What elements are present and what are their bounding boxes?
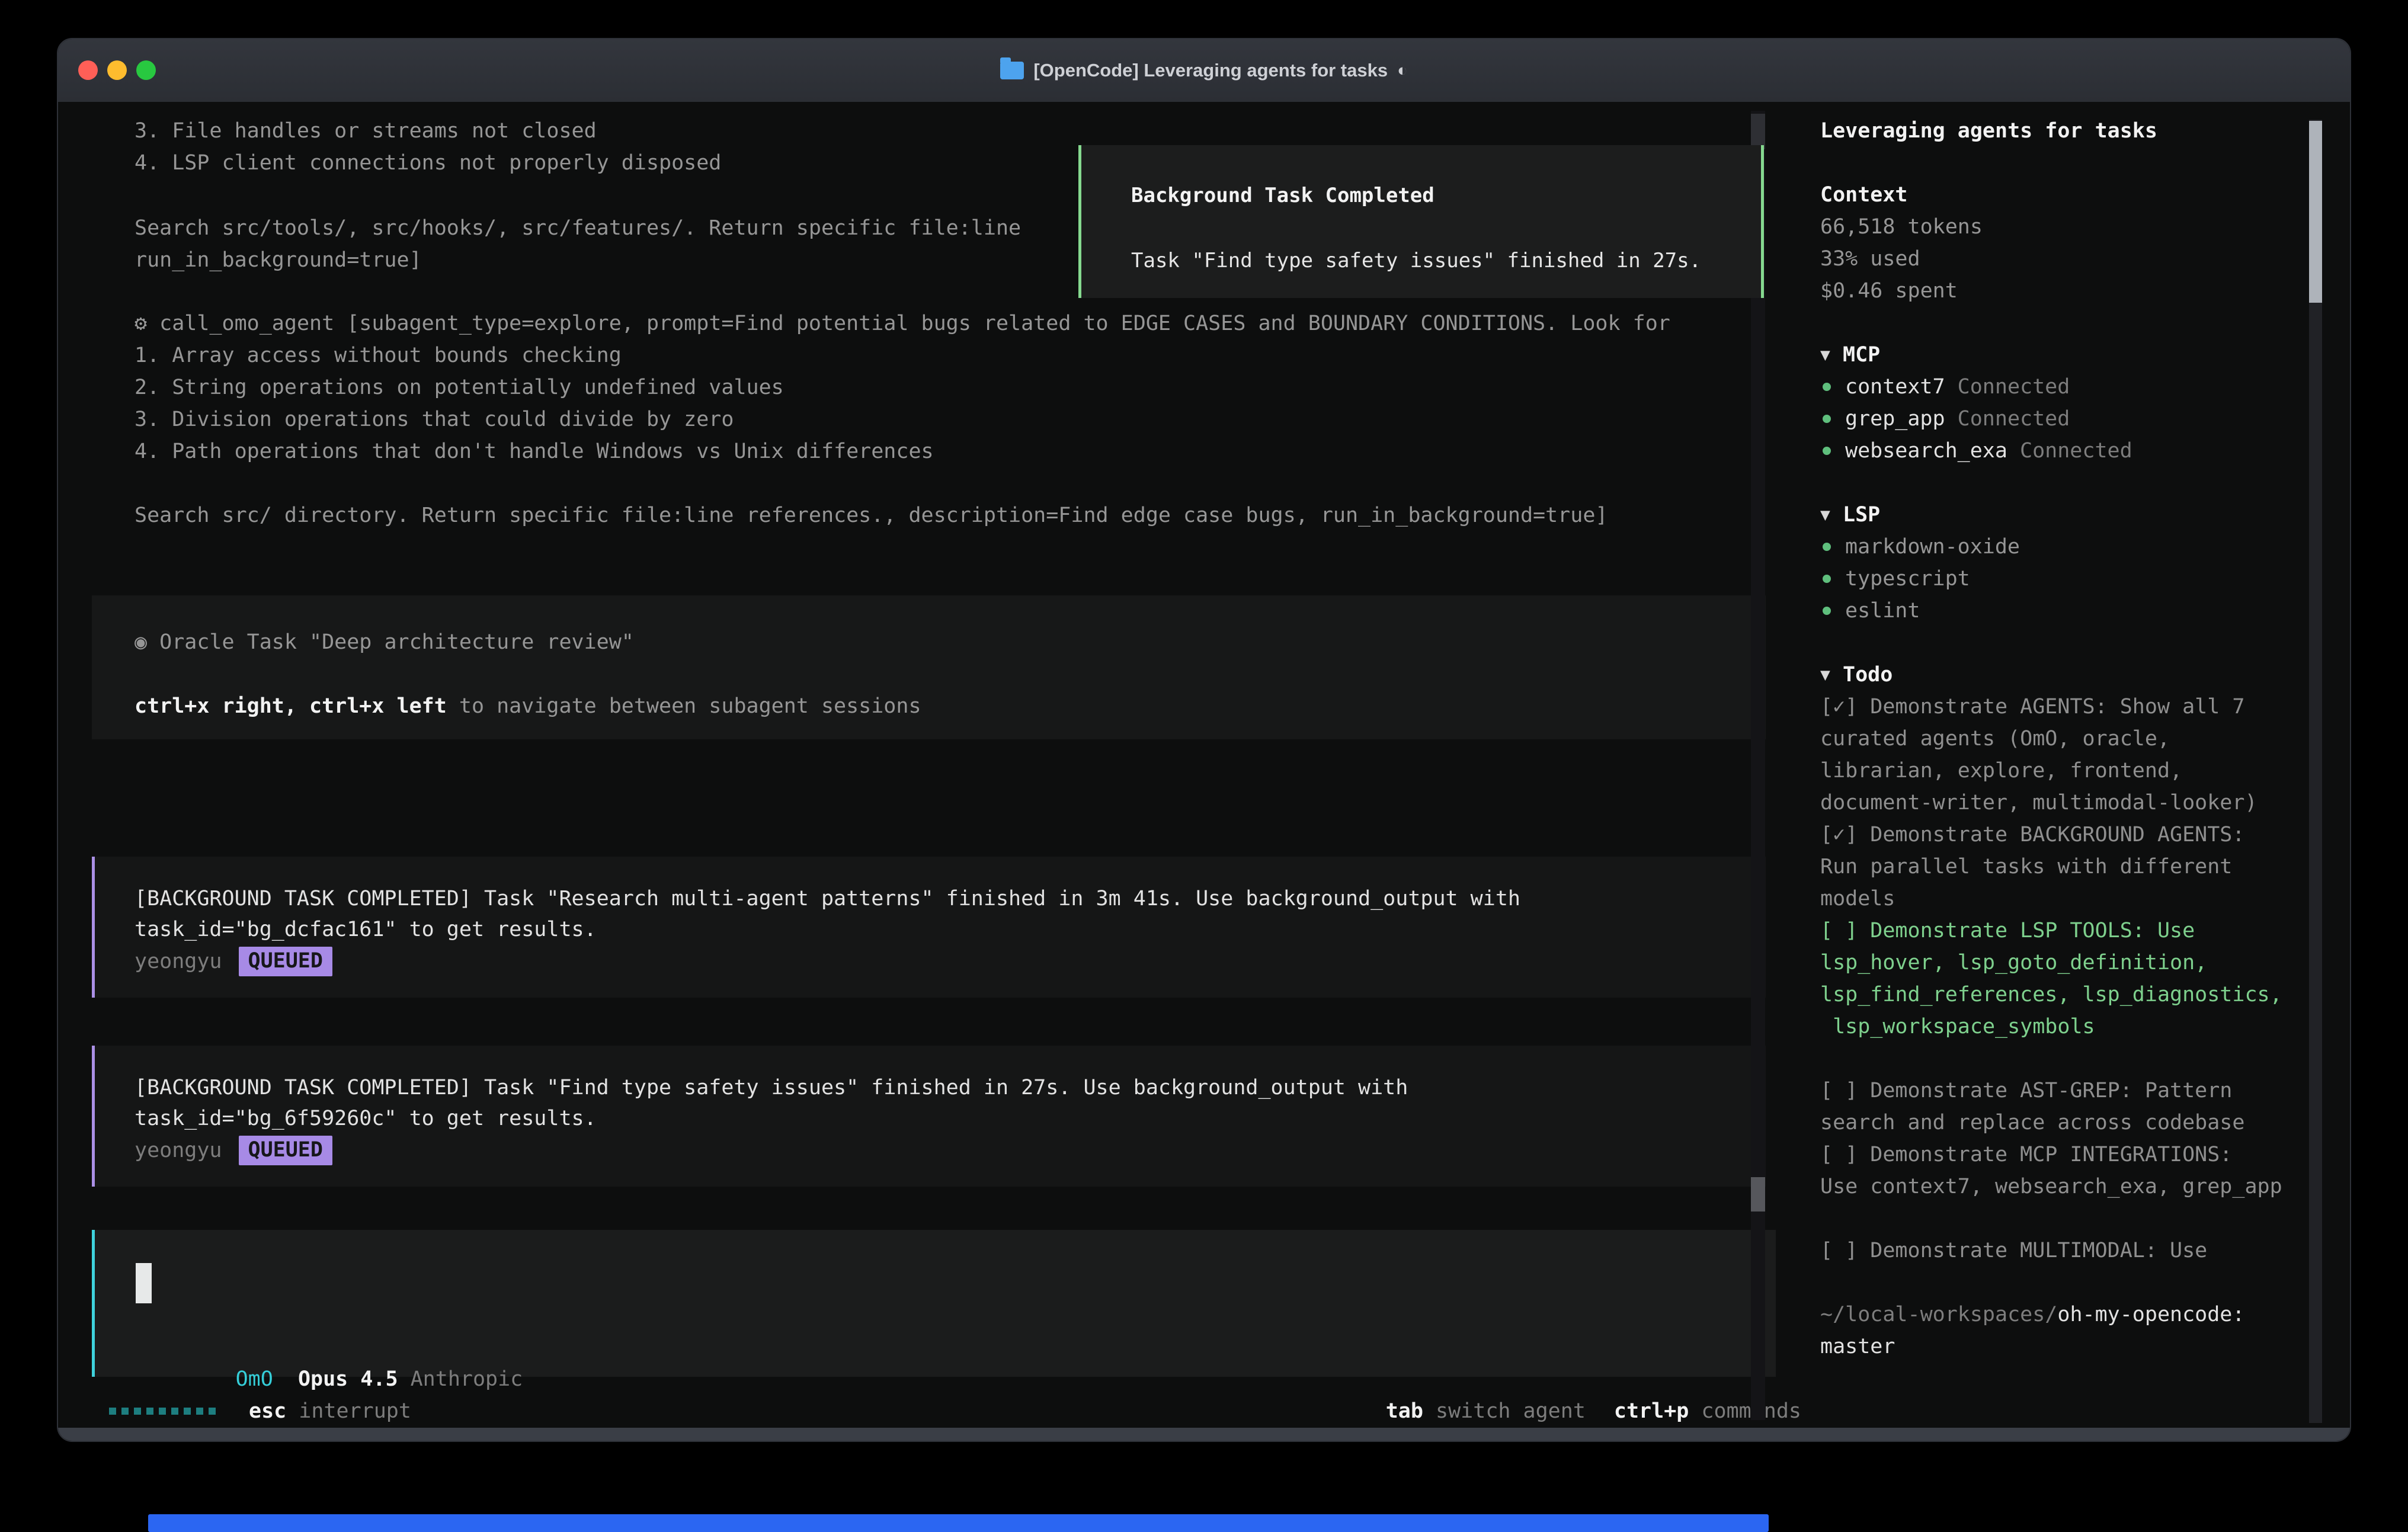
todo-item: [ ] Demonstrate MCP INTEGRATIONS: Use co… bbox=[1820, 1139, 2300, 1203]
toast-title: Background Task Completed bbox=[1131, 179, 1434, 212]
oracle-task-title: Oracle Task "Deep architecture review" bbox=[159, 630, 634, 654]
input-agent-name: OmO bbox=[236, 1367, 273, 1391]
todo-section-toggle[interactable]: ▼ Todo bbox=[1820, 659, 2300, 691]
shortcut-keys: ctrl+x right, ctrl+x left bbox=[135, 694, 447, 718]
chevron-down-icon: ▼ bbox=[1820, 339, 1843, 371]
sidebar-scrollbar[interactable] bbox=[2309, 120, 2322, 1423]
mcp-item: grep_app Connected bbox=[1820, 403, 2300, 435]
tool-call-line: call_omo_agent [subagent_type=explore, p… bbox=[159, 312, 1670, 335]
agent-output-text: Search src/tools/, src/hooks/, src/featu… bbox=[135, 212, 1021, 276]
mcp-section: ▼ MCP context7 Connected grep_app Connec… bbox=[1820, 339, 2300, 467]
lsp-section-toggle[interactable]: ▼ LSP bbox=[1820, 499, 2300, 531]
status-badge: QUEUED bbox=[239, 1136, 332, 1165]
context-heading: Context bbox=[1820, 179, 2300, 211]
lsp-item: markdown-oxide bbox=[1820, 531, 2300, 563]
status-dot-icon bbox=[1823, 383, 1831, 391]
status-dot-icon bbox=[1823, 543, 1831, 551]
minimize-window-button[interactable] bbox=[107, 60, 127, 80]
todo-section: ▼ Todo [✓] Demonstrate AGENTS: Show all … bbox=[1820, 659, 2300, 1267]
main-scrollbar[interactable] bbox=[1751, 111, 1765, 1420]
esc-key-hint: esc bbox=[249, 1399, 286, 1423]
mcp-item: context7 Connected bbox=[1820, 371, 2300, 403]
todo-item: [✓] Demonstrate AGENTS: Show all 7 curat… bbox=[1820, 691, 2300, 819]
message-line: task_id="bg_6f59260c" to get results. bbox=[135, 1102, 597, 1134]
activity-dots-icon bbox=[109, 1408, 216, 1415]
message-author: yeongyu bbox=[135, 1139, 222, 1162]
agent-output-text: 3. File handles or streams not closed 4.… bbox=[135, 115, 721, 179]
tool-call-item: 3. Division operations that could divide… bbox=[135, 403, 1670, 435]
message-line: task_id="bg_dcfac161" to get results. bbox=[135, 914, 597, 946]
message-author: yeongyu bbox=[135, 950, 222, 973]
status-dot-icon bbox=[1823, 447, 1831, 455]
lsp-item: eslint bbox=[1820, 595, 2300, 627]
window-bottom-frame bbox=[58, 1428, 2350, 1441]
todo-item: [ ] Demonstrate MULTIMODAL: Use bbox=[1820, 1235, 2300, 1267]
message-line: [BACKGROUND TASK COMPLETED] Task "Resear… bbox=[135, 883, 1520, 915]
prompt-input[interactable]: OmO Opus 4.5 Anthropic bbox=[92, 1230, 1776, 1377]
todo-item: [✓] Demonstrate BACKGROUND AGENTS: Run p… bbox=[1820, 819, 2300, 915]
background-task-message: [BACKGROUND TASK COMPLETED] Task "Resear… bbox=[92, 857, 1766, 998]
status-dot-icon bbox=[1823, 575, 1831, 583]
chevron-down-icon: ▼ bbox=[1820, 499, 1843, 531]
text-cursor bbox=[136, 1263, 152, 1303]
input-provider-name: Anthropic bbox=[411, 1367, 523, 1391]
oracle-task-panel: ◉ Oracle Task "Deep architecture review"… bbox=[92, 595, 1766, 739]
chevron-down-icon: ▼ bbox=[1820, 659, 1843, 691]
status-badge: QUEUED bbox=[239, 947, 332, 976]
session-title: Leveraging agents for tasks bbox=[1820, 115, 2300, 147]
git-branch: master bbox=[1820, 1331, 2300, 1363]
tool-call-block: ⚙ call_omo_agent [subagent_type=explore,… bbox=[135, 307, 1670, 531]
background-task-message: [BACKGROUND TASK COMPLETED] Task "Find t… bbox=[92, 1046, 1766, 1187]
background-task-toast[interactable]: Background Task Completed Task "Find typ… bbox=[1078, 145, 1764, 298]
moon-icon: ◐ bbox=[1397, 61, 1408, 81]
tool-call-item: 1. Array access without bounds checking bbox=[135, 339, 1670, 371]
tab-key-hint: tab bbox=[1386, 1399, 1423, 1423]
tool-call-item: 2. String operations on potentially unde… bbox=[135, 371, 1670, 403]
lsp-section: ▼ LSP markdown-oxide typescript eslint bbox=[1820, 499, 2300, 627]
status-dot-icon bbox=[1823, 607, 1831, 615]
mcp-item: websearch_exa Connected bbox=[1820, 435, 2300, 467]
sidebar: Leveraging agents for tasks Context 66,5… bbox=[1820, 102, 2300, 1442]
todo-item: [ ] Demonstrate LSP TOOLS: Use lsp_hover… bbox=[1820, 915, 2300, 1043]
toast-body: Task "Find type safety issues" finished … bbox=[1131, 244, 1701, 277]
tool-call-tail: Search src/ directory. Return specific f… bbox=[135, 499, 1670, 531]
message-line: [BACKGROUND TASK COMPLETED] Task "Find t… bbox=[135, 1072, 1408, 1104]
window-title: [OpenCode] Leveraging agents for tasks bbox=[1033, 60, 1388, 81]
terminal-main: 3. File handles or streams not closed 4.… bbox=[58, 102, 2350, 1430]
shortcut-hint: to navigate between subagent sessions bbox=[447, 694, 921, 718]
workspace-path: ~/local-workspaces/oh-my-opencode: maste… bbox=[1820, 1299, 2300, 1363]
context-tokens: 66,518 tokens bbox=[1820, 211, 2300, 243]
context-used: 33% used bbox=[1820, 243, 2300, 275]
app-window: [OpenCode] Leveraging agents for tasks ◐… bbox=[57, 38, 2351, 1442]
titlebar: [OpenCode] Leveraging agents for tasks ◐ bbox=[58, 39, 2350, 102]
mcp-section-toggle[interactable]: ▼ MCP bbox=[1820, 339, 2300, 371]
gear-icon: ⚙ bbox=[135, 312, 147, 335]
close-window-button[interactable] bbox=[78, 60, 98, 80]
desktop-dock-strip bbox=[148, 1514, 1769, 1532]
zoom-window-button[interactable] bbox=[136, 60, 156, 80]
tool-call-item: 4. Path operations that don't handle Win… bbox=[135, 435, 1670, 467]
folder-icon bbox=[1000, 62, 1024, 79]
input-model-name: Opus 4.5 bbox=[298, 1367, 398, 1391]
status-dot-icon bbox=[1823, 415, 1831, 423]
ctrlp-key-hint: ctrl+p bbox=[1614, 1399, 1689, 1423]
lsp-item: typescript bbox=[1820, 563, 2300, 595]
context-section: Context 66,518 tokens 33% used $0.46 spe… bbox=[1820, 179, 2300, 307]
status-bar: esc interrupt tab switch agent ctrl+p co… bbox=[109, 1393, 1801, 1429]
context-spent: $0.46 spent bbox=[1820, 275, 2300, 307]
todo-item: [ ] Demonstrate AST-GREP: Pattern search… bbox=[1820, 1075, 2300, 1139]
record-icon: ◉ bbox=[135, 630, 147, 654]
